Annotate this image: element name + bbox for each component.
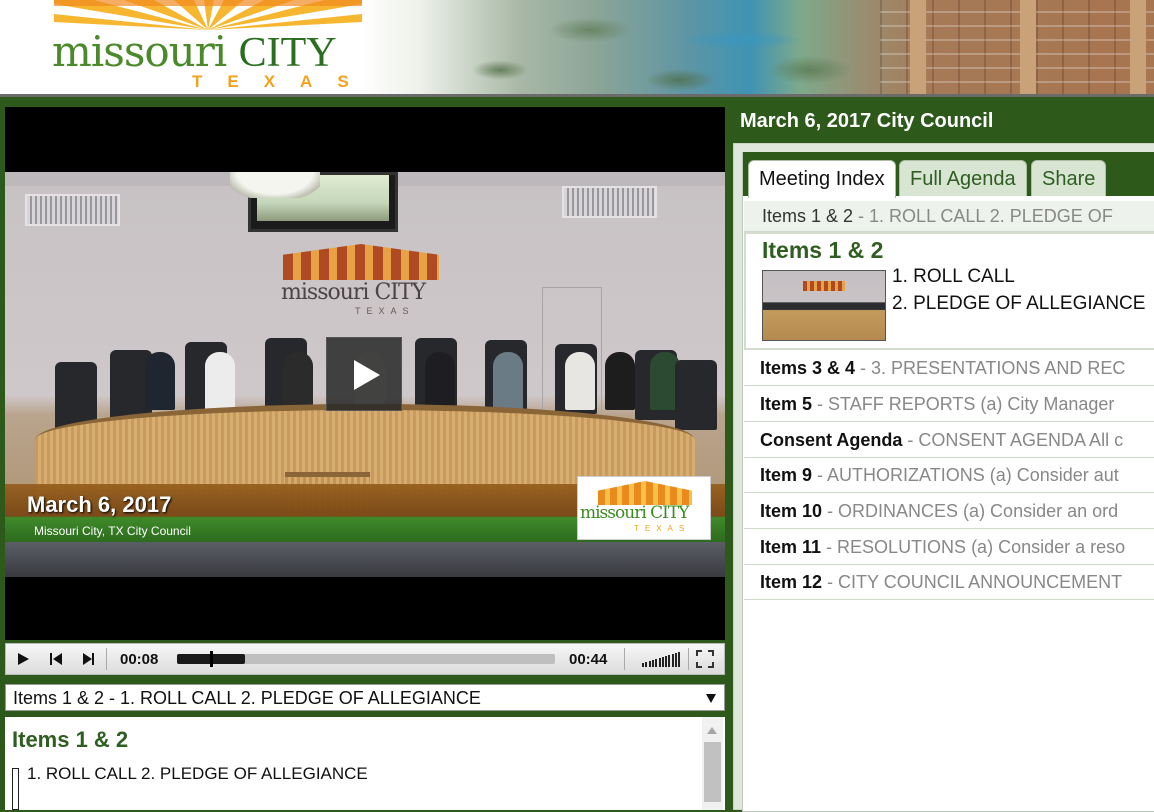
air-vent (25, 194, 120, 226)
index-item-label: Consent Agenda (760, 430, 903, 450)
wall-city-logo: missouri CITY TEXAS (275, 244, 447, 316)
index-item-description: - 13. CLOSED EXECUTIVE SE (868, 608, 1124, 609)
index-item[interactable]: Items 13 - 15 - 13. CLOSED EXECUTIVE SE (744, 600, 1154, 609)
play-button[interactable] (6, 644, 40, 674)
chapter-select-value: Items 1 & 2 - 1. ROLL CALL 2. PLEDGE OF … (13, 688, 481, 708)
play-icon (354, 360, 380, 390)
tab-full-agenda[interactable]: Full Agenda (899, 160, 1027, 196)
item-detail-pane: Items 1 & 2 1. ROLL CALL 2. PLEDGE OF AL… (5, 717, 725, 810)
banner-brick-wall (880, 0, 1154, 97)
banner-photo (420, 0, 850, 97)
tab-share[interactable]: Share (1031, 160, 1107, 196)
overlay-date: March 6, 2017 (27, 492, 172, 517)
index-item[interactable]: Item 9 - AUTHORIZATIONS (a) Consider aut (744, 457, 1154, 493)
expanded-heading: Items 1 & 2 (762, 237, 884, 263)
skip-forward-icon (83, 653, 92, 665)
scrollbar-thumb[interactable] (704, 742, 721, 802)
index-item-label: Item 11 (760, 537, 822, 557)
text-marker (12, 768, 19, 810)
index-item[interactable]: Consent Agenda - CONSENT AGENDA All c (744, 422, 1154, 458)
index-item-description: - AUTHORIZATIONS (a) Consider aut (812, 465, 1119, 485)
city-logo[interactable]: missouri CITY TEXAS (50, 0, 365, 96)
chevron-down-icon (706, 694, 716, 703)
index-item-description: - CONSENT AGENDA All c (902, 430, 1124, 450)
detail-scrollbar[interactable] (702, 717, 723, 810)
detail-text: 1. ROLL CALL 2. PLEDGE OF ALLEGIANCE (27, 764, 368, 783)
duration: 00:44 (569, 651, 608, 668)
chapter-select[interactable]: Items 1 & 2 - 1. ROLL CALL 2. PLEDGE OF … (5, 684, 725, 711)
seek-bar[interactable] (177, 651, 555, 667)
index-item-label: Items 13 - 15 (760, 608, 868, 609)
sunburst-icon (54, 0, 362, 30)
detail-heading: Items 1 & 2 (12, 727, 129, 752)
volume-slider[interactable] (634, 651, 684, 667)
site-banner: missouri CITY TEXAS (0, 0, 1154, 97)
logo-wordmark: missouri CITY (52, 27, 337, 76)
seek-handle[interactable] (210, 651, 214, 667)
overlay-subtitle: Missouri City, TX City Council (34, 524, 191, 538)
index-item[interactable]: Item 11 - RESOLUTIONS (a) Consider a res… (744, 529, 1154, 565)
index-item-description: - ORDINANCES (a) Consider an ord (822, 501, 1119, 521)
index-item-label: Item 10 (760, 501, 823, 521)
video-lower-third: March 6, 2017 Missouri City, TX City Cou… (5, 476, 725, 542)
expanded-index-item[interactable]: Items 1 & 2 1. ROLL CALL 2. PLEDGE OF AL… (744, 232, 1154, 350)
video-player[interactable]: missouri CITY TEXAS March 6, 2017 Missou… (5, 107, 725, 640)
tab-meeting-index[interactable]: Meeting Index (748, 160, 896, 198)
fullscreen-button[interactable] (696, 650, 714, 668)
meeting-title: March 6, 2017 City Council (740, 110, 994, 132)
index-item[interactable]: Items 3 & 4 - 3. PRESENTATIONS AND REC (744, 350, 1154, 386)
index-item-description: - STAFF REPORTS (a) City Manager (812, 394, 1115, 414)
scroll-up-icon[interactable] (707, 727, 717, 734)
index-item-description: - CITY COUNCIL ANNOUNCEMENT (822, 572, 1123, 592)
index-item-label: Item 12 (760, 572, 823, 592)
index-item[interactable]: Item 10 - ORDINANCES (a) Consider an ord (744, 493, 1154, 529)
index-item-description: - 3. PRESENTATIONS AND REC (855, 358, 1126, 378)
expanded-line: 1. ROLL CALL (892, 266, 1015, 287)
index-item-items-1-2[interactable]: Items 1 & 2 - 1. ROLL CALL 2. PLEDGE OF (744, 201, 1154, 232)
index-item-description: - RESOLUTIONS (a) Consider a reso (821, 537, 1126, 557)
logo-state: TEXAS (192, 72, 374, 91)
video-thumbnail[interactable] (762, 270, 886, 341)
index-item-label: Items 3 & 4 (760, 358, 856, 378)
index-item[interactable]: Item 5 - STAFF REPORTS (a) City Manager (744, 386, 1154, 422)
video-frame[interactable]: missouri CITY TEXAS March 6, 2017 Missou… (5, 172, 725, 577)
play-overlay-button[interactable] (326, 337, 402, 411)
index-item[interactable]: Item 12 - CITY COUNCIL ANNOUNCEMENT (744, 564, 1154, 600)
next-chapter-button[interactable] (72, 644, 106, 674)
previous-chapter-button[interactable] (38, 644, 72, 674)
panel-tabs: Meeting Index Full Agenda Share (743, 152, 1154, 198)
air-vent (562, 186, 657, 218)
player-controls: 00:08 00:44 (5, 643, 725, 675)
current-time: 00:08 (120, 651, 159, 668)
play-icon (18, 653, 29, 665)
audience (5, 542, 725, 577)
overlay-city-logo: missouri CITY TEXAS (577, 476, 711, 540)
index-item-label: Item 5 (760, 394, 813, 414)
index-item-label: Item 9 (760, 465, 813, 485)
expanded-line: 2. PLEDGE OF ALLEGIANCE (892, 293, 1146, 314)
skip-back-icon (50, 653, 52, 665)
